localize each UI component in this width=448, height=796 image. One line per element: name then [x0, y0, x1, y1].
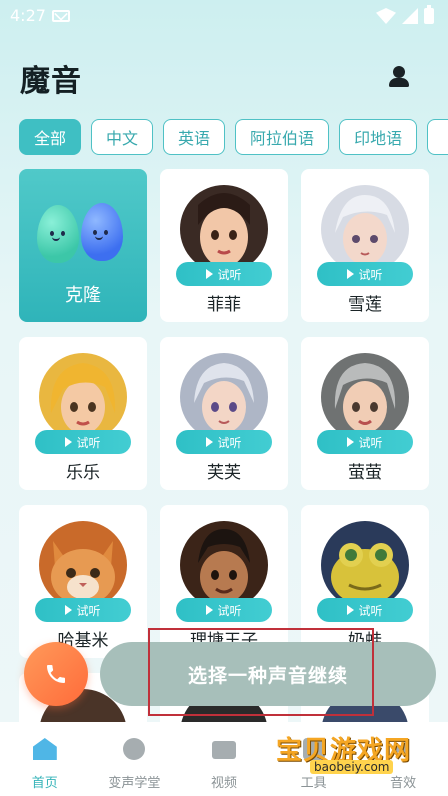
watermark-url: baobeiy.com	[310, 760, 394, 774]
voice-card[interactable]: 试听 哈基米	[19, 505, 147, 658]
profile-button[interactable]	[388, 66, 410, 88]
play-icon	[65, 605, 73, 615]
voice-name: 雪莲	[348, 295, 382, 315]
listen-button[interactable]: 试听	[35, 598, 131, 622]
voice-card[interactable]: 试听 芙芙	[160, 337, 288, 490]
blonde-girl-avatar-icon	[39, 353, 127, 441]
voice-name: 萤萤	[348, 463, 382, 483]
yellow-frog-avatar-icon	[321, 521, 409, 609]
female-cartoon-avatar-icon	[180, 185, 268, 273]
listen-button[interactable]: 试听	[35, 430, 131, 454]
listen-label: 试听	[358, 267, 383, 282]
voice-card[interactable]: 试听 菲菲	[160, 169, 288, 322]
play-icon	[347, 605, 355, 615]
battery-icon	[424, 5, 434, 24]
voice-card[interactable]: 试听 乐乐	[19, 337, 147, 490]
listen-button[interactable]: 试听	[317, 430, 413, 454]
watermark-logo: 宝贝游戏网 baobeiy.com	[270, 700, 420, 780]
tab-chinese[interactable]: 中文	[91, 119, 154, 155]
planet-icon	[123, 738, 146, 760]
listen-button[interactable]: 试听	[317, 262, 413, 286]
listen-button[interactable]: 试听	[317, 598, 413, 622]
listen-label: 试听	[217, 603, 242, 618]
voice-name: 菲菲	[207, 295, 241, 315]
status-icons	[376, 5, 434, 24]
home-icon	[32, 738, 57, 760]
nav-video[interactable]: 视频	[179, 722, 269, 796]
play-icon	[206, 605, 214, 615]
nav-label: 视频	[210, 776, 237, 791]
listen-label: 试听	[76, 435, 101, 450]
voice-card[interactable]: 试听 理塘王子	[160, 505, 288, 658]
video-camera-icon	[211, 741, 236, 759]
nav-voice-school[interactable]: 变声学堂	[90, 722, 180, 796]
nav-label: 变声学堂	[108, 776, 161, 791]
clone-card[interactable]: 克隆	[19, 169, 147, 322]
play-icon	[347, 437, 355, 447]
grey-hair-girl-avatar-icon	[321, 353, 409, 441]
voice-name: 芙芙	[207, 463, 241, 483]
signal-icon	[402, 8, 418, 24]
play-icon	[347, 269, 355, 279]
user-icon	[393, 66, 405, 78]
silver-hair-girl-avatar-icon	[180, 353, 268, 441]
blue-egg-icon	[81, 203, 123, 261]
play-icon	[206, 269, 214, 279]
listen-label: 试听	[217, 267, 242, 282]
language-tabs: 全部 中文 英语 阿拉伯语 印地语	[19, 119, 448, 157]
clone-label: 克隆	[65, 285, 101, 306]
nav-label: 首页	[31, 776, 58, 791]
continue-button[interactable]: 选择一种声音继续	[100, 642, 436, 706]
play-icon	[206, 437, 214, 447]
status-bar: 4:27	[0, 0, 448, 32]
call-button[interactable]	[24, 642, 88, 706]
nav-home[interactable]: 首页	[0, 722, 90, 796]
listen-button[interactable]: 试听	[176, 598, 272, 622]
voice-name: 乐乐	[66, 463, 100, 483]
listen-button[interactable]: 试听	[176, 262, 272, 286]
tab-hindi[interactable]: 印地语	[339, 119, 418, 155]
voice-card[interactable]: 试听 奶蛙	[301, 505, 429, 658]
green-egg-icon	[37, 205, 79, 263]
white-hair-anime-avatar-icon	[321, 185, 409, 273]
status-time: 4:27	[10, 6, 46, 25]
page-title: 魔音	[20, 64, 82, 99]
play-icon	[65, 437, 73, 447]
tab-more[interactable]	[427, 119, 448, 155]
tab-english[interactable]: 英语	[163, 119, 226, 155]
orange-cat-avatar-icon	[39, 521, 127, 609]
phone-icon	[44, 662, 68, 686]
listen-label: 试听	[358, 603, 383, 618]
listen-label: 试听	[358, 435, 383, 450]
tab-arabic[interactable]: 阿拉伯语	[235, 119, 330, 155]
voice-card[interactable]: 试听 雪莲	[301, 169, 429, 322]
wifi-icon	[376, 8, 396, 24]
listen-button[interactable]: 试听	[176, 430, 272, 454]
voice-card[interactable]: 试听 萤萤	[301, 337, 429, 490]
tab-all[interactable]: 全部	[19, 119, 82, 155]
mail-icon	[52, 10, 70, 22]
listen-label: 试听	[76, 603, 101, 618]
cartoon-boy-avatar-icon	[180, 521, 268, 609]
listen-label: 试听	[217, 435, 242, 450]
